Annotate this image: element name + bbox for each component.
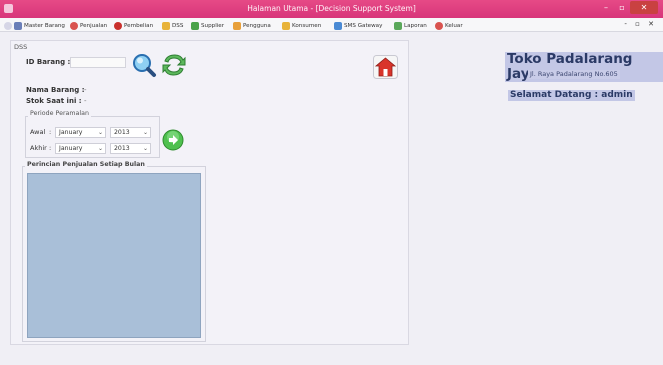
menu-supplier[interactable]: Supplier <box>191 20 224 31</box>
menu-pengguna[interactable]: Pengguna <box>233 20 271 31</box>
menu-keluar[interactable]: Keluar <box>435 20 463 31</box>
stok-label: Stok Saat ini : <box>26 97 82 105</box>
menu-laporan[interactable]: Laporan <box>394 20 427 31</box>
menu-konsumen[interactable]: Konsumen <box>282 20 321 31</box>
chevron-down-icon: ⌄ <box>97 145 103 152</box>
menu-pembelian[interactable]: Pembelian <box>114 20 153 31</box>
sms-icon <box>334 21 342 30</box>
customer-icon <box>282 21 290 30</box>
user-icon <box>233 21 241 30</box>
process-button[interactable] <box>162 129 184 151</box>
menu-sms-gateway[interactable]: SMS Gateway <box>334 20 382 31</box>
database-icon <box>14 21 22 30</box>
truck-icon <box>191 21 199 30</box>
sales-icon <box>70 21 78 30</box>
arrow-right-icon <box>162 129 184 151</box>
perincian-title: Perincian Penjualan Setiap Bulan <box>25 161 147 168</box>
akhir-colon: : <box>49 144 52 152</box>
refresh-button[interactable] <box>161 52 187 78</box>
sales-detail-grid[interactable] <box>27 173 201 338</box>
mdi-window-controls[interactable]: - ▫ ✕ <box>624 20 657 28</box>
awal-year-select[interactable]: 2013 ⌄ <box>110 127 151 138</box>
form-title: DSS <box>14 43 28 51</box>
search-button[interactable] <box>131 52 157 78</box>
nama-barang-value: - <box>84 86 87 94</box>
menu-master-barang[interactable]: Master Barang <box>14 20 65 31</box>
report-icon <box>394 21 402 30</box>
akhir-year-select[interactable]: 2013 ⌄ <box>110 143 151 154</box>
home-icon <box>373 55 398 79</box>
welcome-text: Selamat Datang : admin <box>508 90 635 101</box>
awal-month-select[interactable]: January ⌄ <box>55 127 106 138</box>
title-bar: Halaman Utama - [Decision Support System… <box>0 0 663 18</box>
periode-title: Periode Peramalan <box>28 110 91 117</box>
chevron-down-icon: ⌄ <box>142 145 148 152</box>
awal-colon: : <box>49 128 52 136</box>
nama-barang-label: Nama Barang : <box>26 86 85 94</box>
awal-label: Awal <box>30 128 46 136</box>
maximize-button[interactable]: ▫ <box>614 1 630 14</box>
akhir-label: Akhir <box>30 144 47 152</box>
home-button[interactable] <box>373 55 398 79</box>
akhir-month-select[interactable]: January ⌄ <box>55 143 106 154</box>
minimize-button[interactable]: – <box>598 1 614 14</box>
refresh-icon <box>162 54 186 76</box>
mdi-app-icon <box>4 20 14 31</box>
store-address: Jl. Raya Padalarang No.605 <box>528 70 620 79</box>
id-barang-input[interactable] <box>70 57 126 68</box>
exit-icon <box>435 21 443 30</box>
close-button[interactable]: ✕ <box>630 1 658 14</box>
chevron-down-icon: ⌄ <box>97 129 103 136</box>
chevron-down-icon: ⌄ <box>142 129 148 136</box>
id-barang-label: ID Barang : <box>26 58 71 66</box>
window-title: Halaman Utama - [Decision Support System… <box>247 4 416 13</box>
search-icon <box>133 54 156 77</box>
purchase-icon <box>114 21 122 30</box>
stok-value: - <box>84 97 87 105</box>
menu-penjualan[interactable]: Penjualan <box>70 20 107 31</box>
star-icon <box>162 21 170 30</box>
menu-bar: Master Barang Penjualan Pembelian DSS Su… <box>0 18 663 32</box>
menu-dss[interactable]: DSS <box>162 20 183 31</box>
